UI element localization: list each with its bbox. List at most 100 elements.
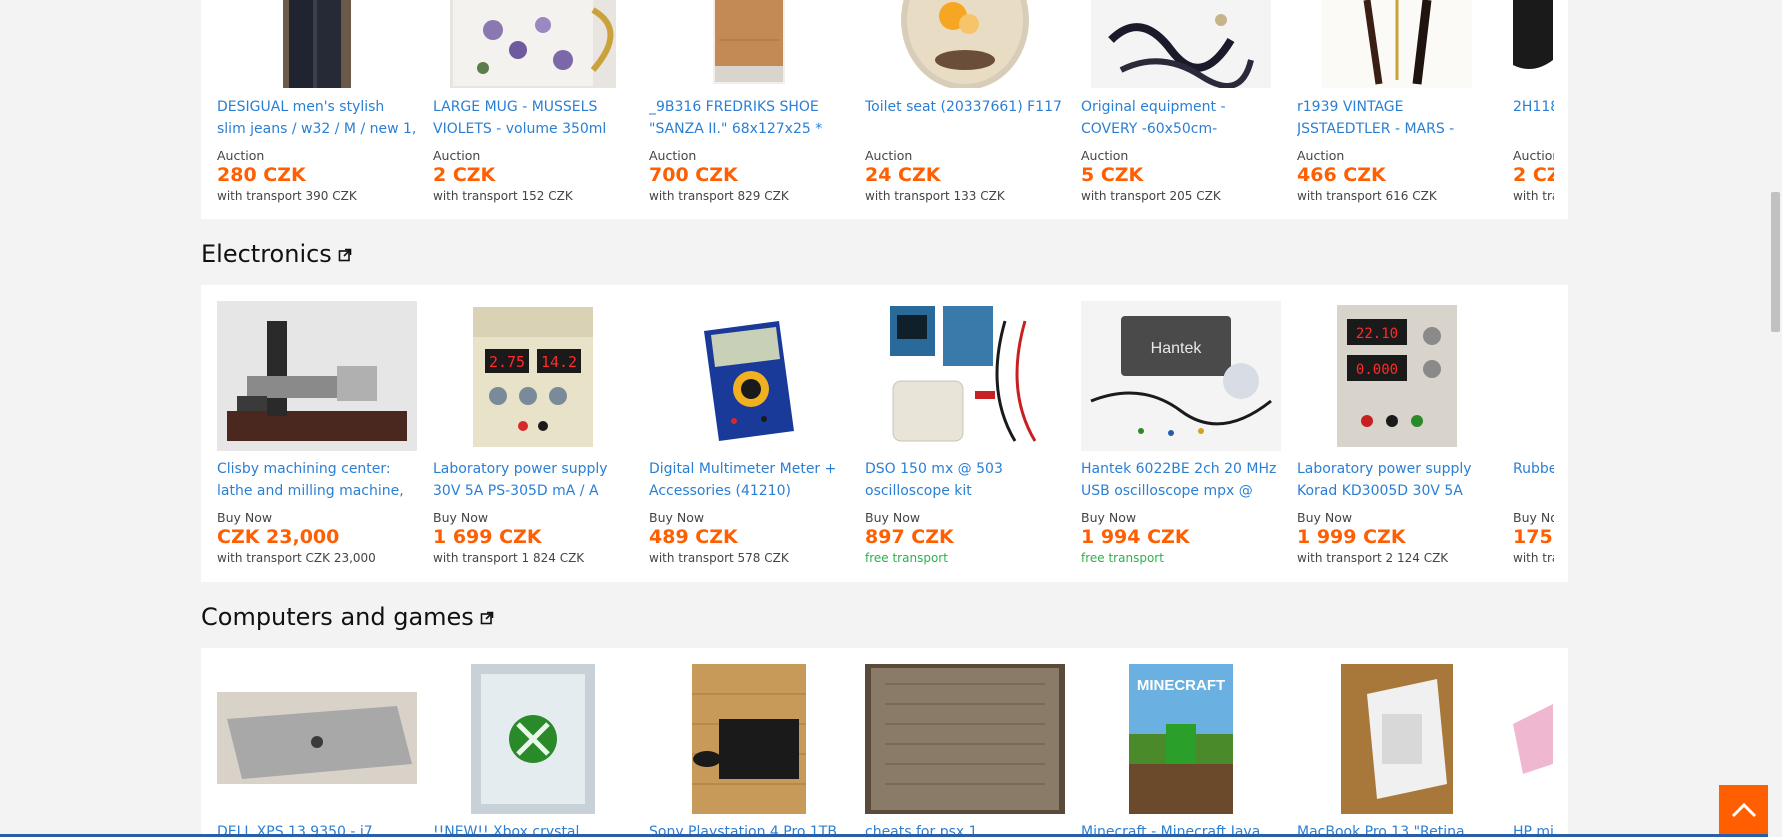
product-title[interactable]: DSO 150 mx @ 503 oscilloscope kit <box>865 458 1065 502</box>
product-title[interactable]: cheats for psx 1 <box>865 821 1065 834</box>
shipping-price: with tra <box>1513 551 1554 565</box>
external-link-icon[interactable] <box>338 248 352 262</box>
product-price: 1 994 CZK <box>1081 526 1190 548</box>
product-image[interactable] <box>217 664 417 814</box>
product-title[interactable]: 2H118 STORA <box>1513 96 1554 140</box>
product-title[interactable]: !!NEW!! Xbox crystal <box>433 821 633 834</box>
product-card[interactable]: r1939 VINTAGE JSSTAEDTLER - MARS - LETTE… <box>1297 0 1497 219</box>
product-price: 1 999 CZK <box>1297 526 1406 548</box>
product-title[interactable]: r1939 VINTAGE JSSTAEDTLER - MARS - LETTE… <box>1297 96 1497 140</box>
product-card[interactable]: Toilet seat (20337661) F117 Auction 24 C… <box>865 0 1065 219</box>
product-image[interactable]: MINECRAFT <box>1081 664 1281 814</box>
product-card[interactable]: Digital Multimeter Meter + Accessories (… <box>649 285 849 582</box>
product-card[interactable]: !!NEW!! Xbox crystal <box>433 648 633 834</box>
product-price: 2 CZK <box>433 164 496 186</box>
product-title[interactable]: Hantek 6022BE 2ch 20 MHz USB oscilloscop… <box>1081 458 1281 502</box>
sale-type-label: Buy Now <box>217 510 273 525</box>
product-image[interactable] <box>865 664 1065 814</box>
product-card[interactable]: 2H118 STORA Auction 2 CZ with tra <box>1513 0 1554 219</box>
product-image[interactable] <box>649 664 849 814</box>
product-title[interactable]: DESIGUAL men's stylish slim jeans / w32 … <box>217 96 417 140</box>
product-title[interactable]: Minecraft - Minecraft Java <box>1081 821 1281 834</box>
product-card[interactable]: Rubbe 600/8 Buy No 175 with tra <box>1513 285 1554 582</box>
sale-type-label: Buy No <box>1513 510 1554 525</box>
product-image[interactable] <box>217 301 417 451</box>
product-title[interactable]: Sony Playstation 4 Pro 1TB <box>649 821 849 834</box>
product-image[interactable] <box>217 0 417 88</box>
display-current: 14.2 <box>541 353 577 371</box>
product-card[interactable]: LARGE MUG - MUSSELS VIOLETS - volume 350… <box>433 0 633 219</box>
shipping-price: with tra <box>1513 189 1554 203</box>
product-card[interactable]: cheats for psx 1 <box>865 648 1065 834</box>
scroll-to-top-button[interactable] <box>1719 785 1768 834</box>
product-image[interactable] <box>1081 0 1281 88</box>
product-title[interactable]: Clisby machining center: lathe and milli… <box>217 458 417 502</box>
product-price: 5 CZK <box>1081 164 1144 186</box>
product-card[interactable]: DSO 150 mx @ 503 oscilloscope kit Buy No… <box>865 285 1065 582</box>
product-image[interactable] <box>1513 664 1554 814</box>
product-title[interactable]: _9B316 FREDRIKS SHOE "SANZA II." 68x127x… <box>649 96 849 140</box>
product-image[interactable] <box>433 664 633 814</box>
sale-type-label: Auction <box>1297 148 1345 163</box>
product-image[interactable] <box>649 301 849 451</box>
sale-type-label: Buy Now <box>649 510 705 525</box>
product-card[interactable]: Hantek Hantek 6022BE 2ch 20 MHz USB osci… <box>1081 285 1281 582</box>
product-image[interactable] <box>1297 0 1497 88</box>
product-title[interactable]: Toilet seat (20337661) F117 <box>865 96 1065 140</box>
auction-products-panel: DESIGUAL men's stylish slim jeans / w32 … <box>201 0 1568 219</box>
product-image[interactable]: 2.75 14.2 <box>433 301 633 451</box>
product-title[interactable]: Laboratory power supply Korad KD3005D 30… <box>1297 458 1497 502</box>
external-link-icon[interactable] <box>480 611 494 625</box>
scrollbar-thumb[interactable] <box>1771 192 1780 332</box>
section-title-text[interactable]: Computers and games <box>201 603 474 631</box>
page-scrollbar[interactable] <box>1768 0 1782 837</box>
product-title[interactable]: HP mi <box>1513 821 1554 834</box>
sale-type-label: Buy Now <box>433 510 489 525</box>
product-card[interactable]: MacBook Pro 13 "Retina 2016 <box>1297 648 1497 834</box>
product-title[interactable]: LARGE MUG - MUSSELS VIOLETS - volume 350… <box>433 96 633 140</box>
product-card[interactable]: Original equipment -COVERY -60x50cm-cert… <box>1081 0 1281 219</box>
product-image[interactable]: Hantek <box>1081 301 1281 451</box>
product-title[interactable]: Digital Multimeter Meter + Accessories (… <box>649 458 849 502</box>
product-card[interactable]: HP mi <box>1513 648 1554 834</box>
product-image[interactable] <box>1513 0 1554 88</box>
product-image[interactable] <box>1297 664 1497 814</box>
product-card[interactable]: 2.75 14.2 Laboratory power supply 30V 5A… <box>433 285 633 582</box>
product-image[interactable] <box>865 0 1065 88</box>
section-title-electronics[interactable]: Electronics <box>201 240 352 268</box>
product-card[interactable]: DESIGUAL men's stylish slim jeans / w32 … <box>217 0 417 219</box>
product-card[interactable]: Clisby machining center: lathe and milli… <box>217 285 417 582</box>
chevron-up-icon <box>1731 802 1756 817</box>
display-voltage: 2.75 <box>489 353 525 371</box>
shipping-price: with transport 2 124 CZK <box>1297 551 1449 565</box>
product-card[interactable]: DELL XPS 13 9350 - i7 6600U <box>217 648 417 834</box>
product-price: 2 CZ <box>1513 164 1554 186</box>
product-price: 24 CZK <box>865 164 941 186</box>
product-card[interactable]: MINECRAFT Minecraft - Minecraft Java <box>1081 648 1281 834</box>
section-title-text[interactable]: Electronics <box>201 240 332 268</box>
product-title[interactable]: Rubbe 600/8 <box>1513 458 1554 502</box>
product-image[interactable]: 22.10 0.000 <box>1297 301 1497 451</box>
display-current: 0.000 <box>1356 362 1398 378</box>
product-card[interactable]: 22.10 0.000 Laboratory power supply Kora… <box>1297 285 1497 582</box>
product-image[interactable] <box>433 0 633 88</box>
game-logo: MINECRAFT <box>1137 677 1225 694</box>
shipping-price: with transport 578 CZK <box>649 551 789 565</box>
shipping-price: with transport 390 CZK <box>217 189 357 203</box>
sale-type-label: Auction <box>433 148 481 163</box>
product-card[interactable]: _9B316 FREDRIKS SHOE "SANZA II." 68x127x… <box>649 0 849 219</box>
product-row: DELL XPS 13 9350 - i7 6600U !!NEW!! Xbox… <box>217 648 1554 834</box>
product-card[interactable]: Sony Playstation 4 Pro 1TB <box>649 648 849 834</box>
shipping-price: with transport 829 CZK <box>649 189 789 203</box>
product-image[interactable] <box>865 301 1065 451</box>
section-title-computers-and-games[interactable]: Computers and games <box>201 603 494 631</box>
product-title[interactable]: Laboratory power supply 30V 5A PS-305D m… <box>433 458 633 502</box>
product-title[interactable]: Original equipment -COVERY -60x50cm-cert… <box>1081 96 1281 140</box>
sale-type-label: Buy Now <box>865 510 921 525</box>
product-price: CZK 23,000 <box>217 526 340 548</box>
product-image[interactable] <box>649 0 849 88</box>
product-title[interactable]: MacBook Pro 13 "Retina 2016 <box>1297 821 1497 834</box>
shipping-price: with transport 133 CZK <box>865 189 1005 203</box>
product-row: Clisby machining center: lathe and milli… <box>217 285 1554 582</box>
product-title[interactable]: DELL XPS 13 9350 - i7 6600U <box>217 821 417 834</box>
